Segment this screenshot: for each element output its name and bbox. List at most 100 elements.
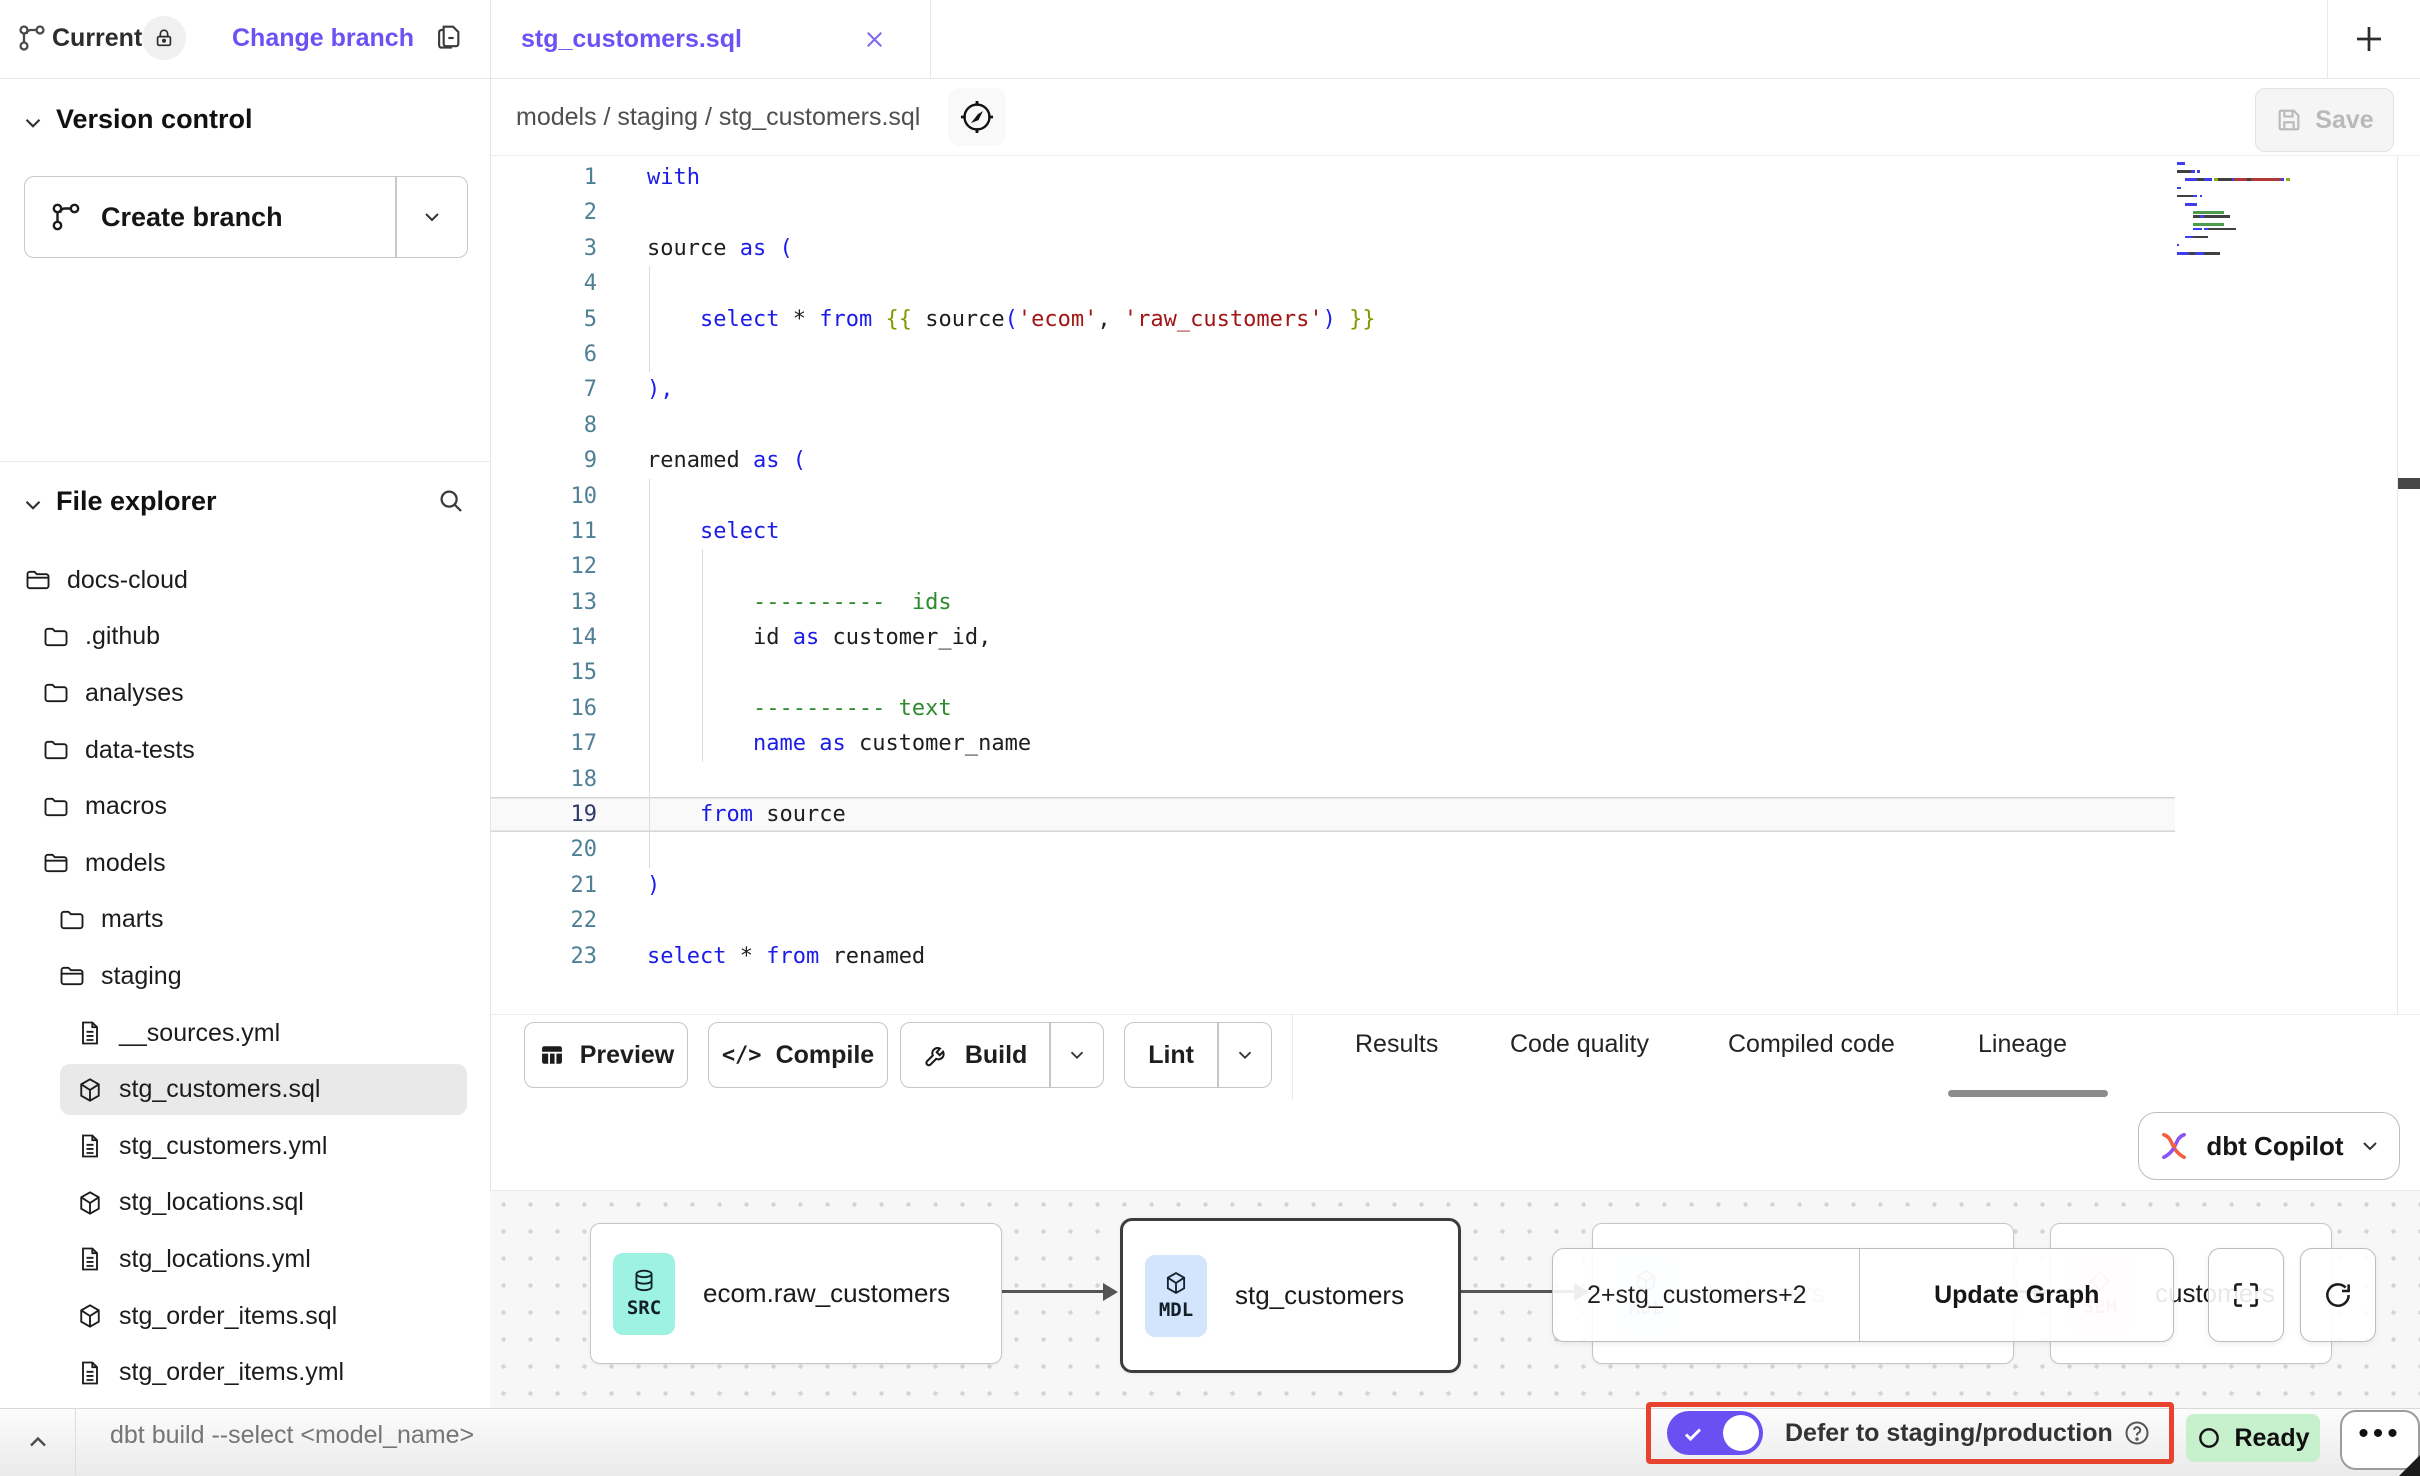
minimap-line bbox=[2177, 203, 2297, 206]
tree-item--sources-yml[interactable]: __sources.yml bbox=[0, 1005, 489, 1062]
status-badge: Ready bbox=[2186, 1414, 2320, 1462]
tree-item-macros[interactable]: macros bbox=[0, 778, 489, 835]
tree-item-label: data-tests bbox=[85, 736, 195, 765]
refresh-icon bbox=[2322, 1279, 2354, 1311]
refresh-button[interactable] bbox=[2300, 1248, 2376, 1342]
minimap-line bbox=[2177, 236, 2297, 239]
minimap-line bbox=[2177, 187, 2297, 190]
copy-icon[interactable] bbox=[433, 20, 465, 52]
file-icon bbox=[76, 1359, 104, 1387]
indent-guide bbox=[649, 337, 650, 372]
fullscreen-button[interactable] bbox=[2208, 1248, 2284, 1342]
git-branch-icon bbox=[49, 200, 83, 234]
tree-item-label: marts bbox=[101, 905, 164, 934]
tree-item-stg-locations-yml[interactable]: stg_locations.yml bbox=[0, 1231, 489, 1288]
line-number: 7 bbox=[549, 372, 597, 407]
line-number: 16 bbox=[549, 691, 597, 726]
lineage-edge-arrow bbox=[1103, 1283, 1118, 1301]
model-badge: MDL bbox=[1145, 1255, 1207, 1337]
tree-item-label: docs-cloud bbox=[67, 566, 188, 595]
preview-button[interactable]: Preview bbox=[524, 1022, 688, 1088]
badge-label: MDL bbox=[1159, 1299, 1193, 1321]
compass-icon bbox=[958, 98, 996, 136]
tree-item-stg-locations-sql[interactable]: stg_locations.sql bbox=[0, 1175, 489, 1232]
folder-open-icon bbox=[58, 962, 86, 990]
tab-code-quality[interactable]: Code quality bbox=[1510, 1030, 1649, 1059]
search-icon[interactable] bbox=[436, 486, 466, 516]
code-line: 23select * from renamed bbox=[491, 939, 2175, 974]
scrollbar-thumb[interactable] bbox=[2398, 478, 2420, 489]
lint-button[interactable]: Lint bbox=[1124, 1022, 1272, 1088]
code-line: 15 bbox=[491, 655, 2175, 690]
tab-results[interactable]: Results bbox=[1355, 1030, 1438, 1059]
lint-dropdown[interactable] bbox=[1219, 1023, 1271, 1087]
tree-item-models[interactable]: models bbox=[0, 835, 489, 892]
indent-guide bbox=[649, 832, 650, 867]
table-icon bbox=[538, 1041, 566, 1069]
update-graph-button[interactable]: Update Graph bbox=[1860, 1249, 2173, 1341]
compile-button[interactable]: </> Compile bbox=[708, 1022, 888, 1088]
tree-item-analyses[interactable]: analyses bbox=[0, 665, 489, 722]
lineage-node-stg-customers[interactable]: MDL stg_customers bbox=[1120, 1218, 1461, 1373]
create-branch-dropdown[interactable] bbox=[397, 177, 467, 257]
indent-guide bbox=[649, 266, 650, 301]
copilot-compass-button[interactable] bbox=[948, 88, 1006, 146]
tree-item-staging[interactable]: staging bbox=[0, 948, 489, 1005]
code-line: 2 bbox=[491, 195, 2175, 230]
dbt-copilot-button[interactable]: dbt Copilot bbox=[2138, 1112, 2400, 1180]
file-explorer-collapse-icon[interactable] bbox=[20, 492, 46, 518]
minimap-line bbox=[2177, 228, 2297, 231]
tab-lineage[interactable]: Lineage bbox=[1978, 1030, 2067, 1059]
tree-item-stg-order-items-yml[interactable]: stg_order_items.yml bbox=[0, 1344, 489, 1401]
build-dropdown[interactable] bbox=[1051, 1023, 1103, 1087]
minimap-line bbox=[2177, 232, 2297, 235]
tree-item-stg-customers-yml[interactable]: stg_customers.yml bbox=[0, 1118, 489, 1175]
line-number: 19 bbox=[549, 797, 597, 832]
help-icon[interactable] bbox=[2123, 1419, 2151, 1447]
folder-icon bbox=[42, 736, 70, 764]
tree-item-marts[interactable]: marts bbox=[0, 892, 489, 949]
folder-open-icon bbox=[24, 566, 52, 594]
model-cube-icon bbox=[76, 1189, 104, 1217]
tree-item-label: stg_customers.yml bbox=[119, 1132, 327, 1161]
tree-item--github[interactable]: .github bbox=[0, 609, 489, 666]
tree-item-stg-order-items-sql[interactable]: stg_order_items.sql bbox=[0, 1288, 489, 1345]
tree-item-stg-customers-sql[interactable]: stg_customers.sql bbox=[0, 1061, 489, 1118]
version-control-collapse-icon[interactable] bbox=[20, 110, 46, 136]
folder-icon bbox=[42, 623, 70, 651]
create-branch-main[interactable]: Create branch bbox=[25, 177, 395, 257]
build-button[interactable]: Build bbox=[900, 1022, 1104, 1088]
new-tab-button[interactable] bbox=[2344, 14, 2394, 64]
build-main[interactable]: Build bbox=[901, 1023, 1049, 1087]
command-input[interactable] bbox=[108, 1420, 812, 1451]
tree-item-label: stg_order_items.sql bbox=[119, 1302, 337, 1331]
save-button[interactable]: Save bbox=[2255, 88, 2394, 152]
code-text: with bbox=[647, 160, 700, 195]
editor-minimap[interactable] bbox=[2177, 162, 2297, 256]
lineage-edge bbox=[1000, 1290, 1106, 1293]
defer-toggle[interactable] bbox=[1667, 1411, 1763, 1455]
tree-item-docs-cloud[interactable]: docs-cloud bbox=[0, 552, 489, 609]
indent-guide bbox=[702, 655, 703, 690]
tab-stg-customers[interactable]: stg_customers.sql bbox=[491, 0, 931, 78]
minimap-line bbox=[2177, 191, 2297, 194]
line-number: 12 bbox=[549, 549, 597, 584]
lineage-selector-input[interactable] bbox=[1585, 1280, 1859, 1311]
change-branch-link[interactable]: Change branch bbox=[232, 24, 414, 53]
minimap-line bbox=[2177, 244, 2297, 247]
lint-main[interactable]: Lint bbox=[1125, 1023, 1217, 1087]
tree-item-data-tests[interactable]: data-tests bbox=[0, 722, 489, 779]
create-branch-label: Create branch bbox=[101, 202, 283, 233]
line-number: 20 bbox=[549, 832, 597, 867]
code-line: 17 name as customer_name bbox=[491, 726, 2175, 761]
lineage-node-ecom-raw-customers[interactable]: SRC ecom.raw_customers bbox=[590, 1223, 1002, 1364]
create-branch-button[interactable]: Create branch bbox=[24, 176, 468, 258]
code-line: 22 bbox=[491, 903, 2175, 938]
code-editor[interactable]: 1with23source as (45 select * from {{ so… bbox=[491, 156, 2420, 1018]
line-number: 9 bbox=[549, 443, 597, 478]
chevron-up-icon[interactable] bbox=[24, 1428, 52, 1456]
close-icon[interactable] bbox=[861, 26, 888, 53]
code-text: ---------- ids bbox=[647, 585, 952, 620]
tab-compiled-code[interactable]: Compiled code bbox=[1728, 1030, 1895, 1059]
code-text: ), bbox=[647, 372, 674, 407]
